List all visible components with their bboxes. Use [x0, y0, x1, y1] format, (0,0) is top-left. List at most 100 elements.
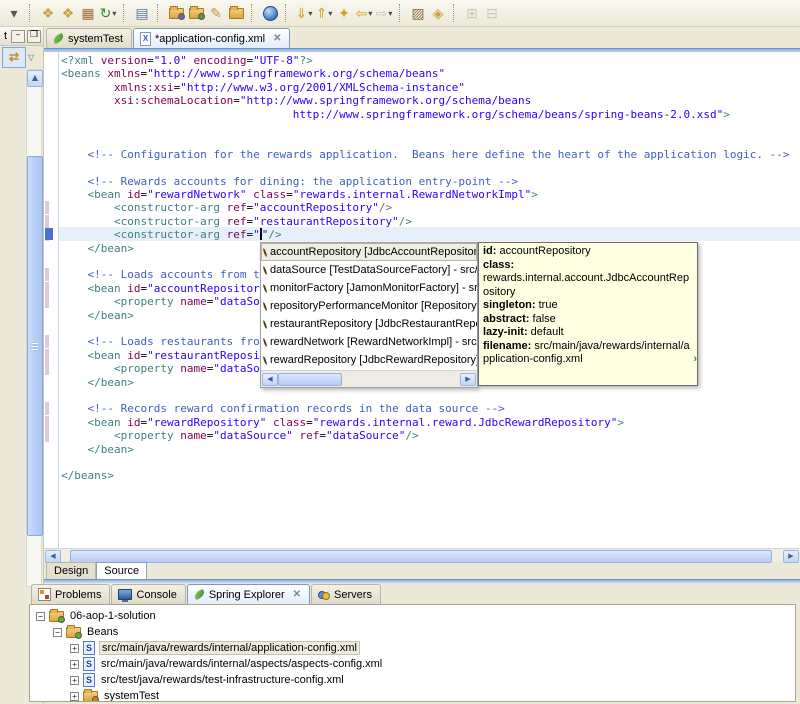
completion-item[interactable]: rewardNetwork [RewardNetworkImpl] - src/… — [261, 333, 477, 351]
editor-horizontal-scrollbar[interactable]: ◀ ▶ — [44, 548, 800, 563]
expand-all-icon[interactable]: ⊞ — [462, 2, 482, 24]
back-icon[interactable]: ⇦ ▾ — [354, 2, 374, 24]
tree-row[interactable]: + systemTest — [70, 688, 161, 701]
code-line[interactable]: <constructor-arg ref=" "/> — [61, 228, 282, 241]
dropdown-caret-icon[interactable]: ▾ — [368, 9, 372, 18]
view-tab-problems[interactable]: Problems — [31, 584, 111, 604]
code-line[interactable]: </bean> — [61, 376, 134, 389]
export-arrow-icon[interactable]: ⇑ ▾ — [314, 2, 334, 24]
new-java-package-icon[interactable]: ▦ — [78, 2, 98, 24]
code-line[interactable]: <constructor-arg ref="accountRepository"… — [61, 201, 392, 214]
open-folder-icon[interactable] — [226, 2, 246, 24]
new-spring-project-alt-icon[interactable]: ❖ — [58, 2, 78, 24]
code-line[interactable]: http://www.springframework.org/schema/be… — [61, 108, 730, 121]
content-assist-popup[interactable]: accountRepository [JdbcAccountRepository… — [260, 242, 478, 388]
dropdown-caret-icon[interactable]: ▾ — [308, 9, 312, 18]
dropdown-caret-icon[interactable]: ▾ — [112, 9, 116, 18]
code-line[interactable]: <bean id="rewardRepository" class="rewar… — [61, 416, 624, 429]
view-menu-caret-icon[interactable]: ▽ — [28, 53, 34, 62]
code-line[interactable]: <!-- Loads accounts from t — [61, 268, 260, 281]
last-edit-location-icon[interactable]: ✦ — [334, 2, 354, 24]
code-line[interactable]: <bean id="restaurantReposi — [61, 349, 260, 362]
mark-occurrences-icon[interactable]: ▨ — [408, 2, 428, 24]
editor-tab--application-config-xml[interactable]: X *application-config.xml ✕ — [133, 28, 291, 48]
link-with-editor-button[interactable]: ⇄ — [2, 46, 26, 68]
completion-item[interactable]: accountRepository [JdbcAccountRepository… — [261, 243, 477, 261]
popup-scroll-left-icon[interactable]: ◀ — [262, 373, 278, 386]
close-icon[interactable]: ✕ — [273, 33, 281, 44]
popup-horizontal-scrollbar[interactable]: ◀ ▶ — [261, 370, 477, 387]
scroll-right-icon[interactable]: ▶ — [783, 550, 799, 563]
tree-row[interactable]: + Ssrc/main/java/rewards/internal/aspects… — [70, 656, 384, 672]
code-line[interactable]: </beans> — [61, 469, 114, 482]
expand-box-icon[interactable]: + — [70, 675, 79, 685]
code-line[interactable]: </bean> — [61, 242, 134, 255]
dropdown-caret-icon[interactable]: ▾ — [328, 9, 332, 18]
code-line[interactable]: xsi:schemaLocation="http://www.springfra… — [61, 94, 531, 107]
popup-scroll-right-icon[interactable]: ▶ — [460, 373, 476, 386]
tree-row[interactable]: + Ssrc/main/java/rewards/internal/applica… — [70, 640, 360, 656]
collapse-all-icon[interactable]: ⊟ — [482, 2, 502, 24]
restore-button[interactable]: ❐ — [27, 29, 41, 43]
view-tab-spring-explorer[interactable]: Spring Explorer ✕ — [186, 584, 311, 604]
import-arrow-icon[interactable]: ⇓ ▾ — [294, 2, 314, 24]
code-line[interactable]: <beans xmlns="http://www.springframework… — [61, 67, 445, 80]
new-spring-project-icon[interactable]: ❖ — [38, 2, 58, 24]
view-tab-console[interactable]: Console — [111, 584, 186, 604]
editor-tab-systemtest[interactable]: systemTest — [46, 28, 133, 48]
open-export-folder-icon[interactable] — [186, 2, 206, 24]
page-tab-design[interactable]: Design — [46, 562, 97, 579]
completion-item[interactable]: repositoryPerformanceMonitor [Repository… — [261, 297, 477, 315]
code-line[interactable]: </bean> — [61, 443, 134, 456]
code-line[interactable]: <?xml version="1.0" encoding="UTF-8"?> — [61, 54, 313, 67]
completion-item[interactable]: rewardRepository [JdbcRewardRepository] … — [261, 351, 477, 369]
code-line[interactable]: <bean id="rewardNetwork" class="rewards.… — [61, 188, 538, 201]
code-line[interactable]: <bean id="accountRepositor — [61, 282, 260, 295]
code-line[interactable]: <!-- Rewards accounts for dining: the ap… — [61, 175, 518, 188]
close-icon[interactable]: ✕ — [293, 589, 301, 600]
editor-hscroll-thumb[interactable] — [70, 550, 772, 563]
toolbar-separator — [123, 4, 127, 22]
expand-box-icon[interactable]: + — [70, 691, 79, 701]
forward-icon[interactable]: ⇨ ▾ — [374, 2, 394, 24]
view-tab-label: Problems — [55, 588, 102, 601]
rail-header-label: t — [4, 30, 8, 42]
popup-hscroll-thumb[interactable] — [278, 373, 342, 386]
code-line[interactable]: </bean> — [61, 309, 134, 322]
collapse-box-icon[interactable]: − — [53, 627, 62, 637]
refresh-icon[interactable]: ↻ ▾ — [98, 2, 118, 24]
new-file-icon[interactable]: ▤ — [132, 2, 152, 24]
edit-pencil-icon[interactable]: ✎ — [206, 2, 226, 24]
code-line[interactable]: <!-- Configuration for the rewards appli… — [61, 148, 790, 161]
rail-scrollbar-thumb[interactable] — [27, 156, 43, 536]
expand-box-icon[interactable]: + — [70, 659, 79, 669]
scroll-up-icon[interactable]: ▲ — [27, 70, 43, 87]
code-line[interactable]: xmlns:xsi="http://www.w3.org/2001/XMLSch… — [61, 81, 465, 94]
spring-explorer-tree[interactable]: −06-aop-1-solution − Beans + Ssrc/main/java/… — [29, 604, 796, 702]
dropdown-caret-icon[interactable]: ▾ — [388, 9, 392, 18]
view-tab-servers[interactable]: Servers — [311, 584, 381, 604]
open-import-folder-icon[interactable] — [166, 2, 186, 24]
toolbar-dropdown-icon[interactable]: ▾ — [4, 2, 24, 24]
completion-item[interactable]: dataSource [TestDataSourceFactory] - src… — [261, 261, 477, 279]
bottom-tab-row: Problems Console Spring Explorer ✕ Servers — [29, 583, 798, 604]
web-browser-icon[interactable] — [260, 2, 280, 24]
minimize-button[interactable]: – — [11, 29, 25, 43]
collapse-box-icon[interactable]: − — [36, 611, 45, 621]
page-tab-source[interactable]: Source — [96, 562, 148, 579]
bean-config-icon: S — [83, 641, 95, 655]
annotation-icon[interactable]: ◈ — [428, 2, 448, 24]
completion-item[interactable]: monitorFactory [JamonMonitorFactory] - s… — [261, 279, 477, 297]
rail-scrollbar[interactable]: ▲ — [26, 69, 43, 587]
tree-row[interactable]: − Beans — [53, 624, 120, 640]
code-line[interactable]: <property name="dataSource" ref="dataSou… — [61, 429, 419, 442]
code-line[interactable]: <property name="dataSo — [61, 362, 260, 375]
code-line[interactable]: <property name="dataSo — [61, 295, 260, 308]
tree-row[interactable]: + Ssrc/test/java/rewards/test-infrastruct… — [70, 672, 346, 688]
code-line[interactable]: <!-- Loads restaurants fro — [61, 335, 260, 348]
code-line[interactable]: <constructor-arg ref="restaurantReposito… — [61, 215, 412, 228]
completion-item[interactable]: restaurantRepository [JdbcRestaurantRepo… — [261, 315, 477, 333]
expand-box-icon[interactable]: + — [70, 643, 79, 653]
code-line[interactable]: <!-- Records reward confirmation records… — [61, 402, 505, 415]
tree-row[interactable]: − 06-aop-1-solution — [36, 608, 158, 624]
